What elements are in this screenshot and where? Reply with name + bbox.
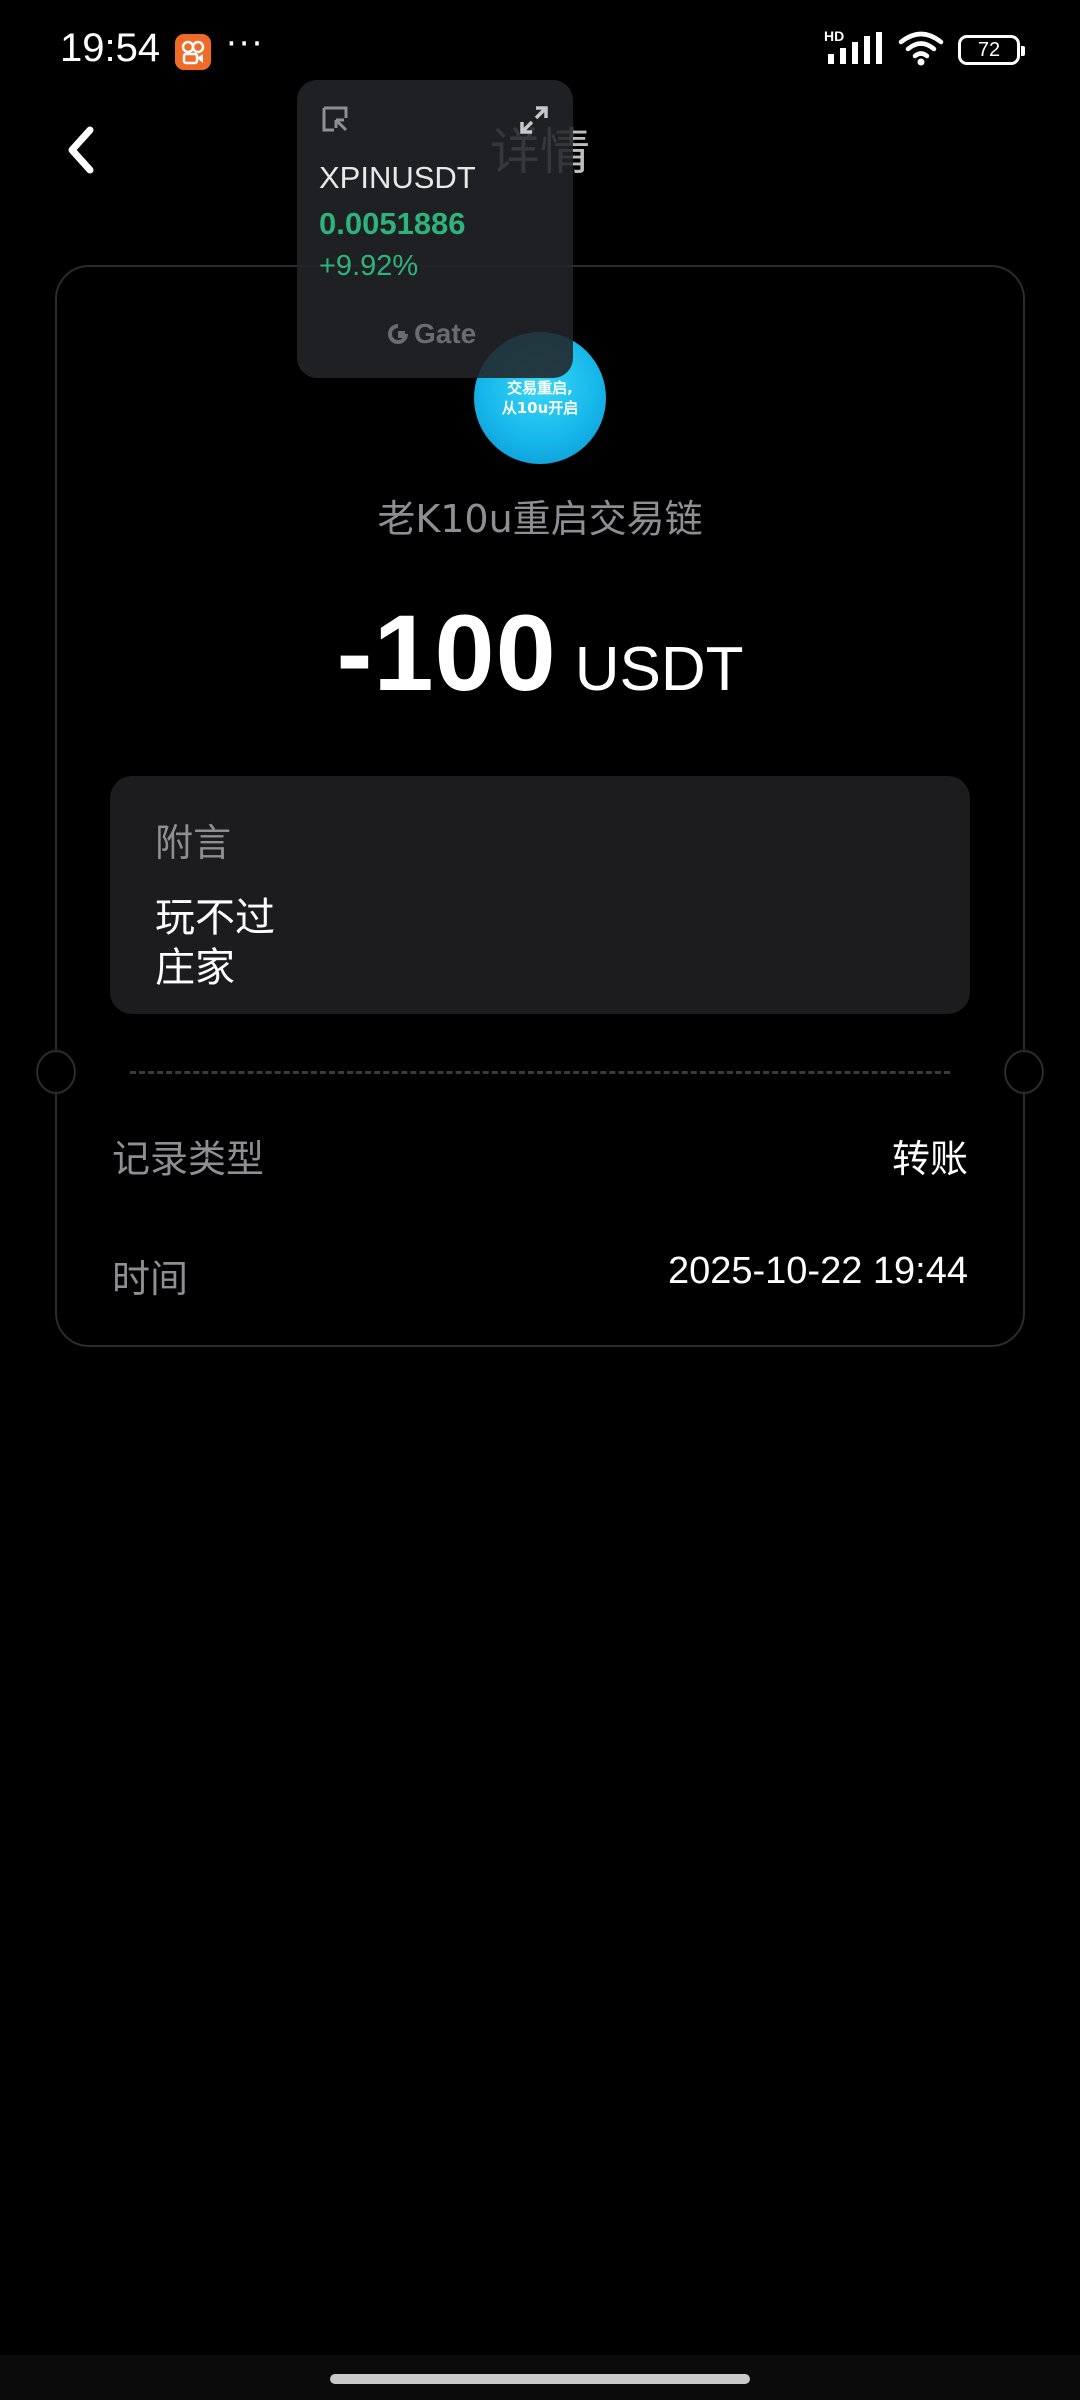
chain-name: 老K10u重启交易链 <box>377 497 703 541</box>
card-notch-left <box>36 1050 76 1094</box>
ticker-symbol: XPINUSDT <box>319 160 476 195</box>
ticker-change: +9.92% <box>319 250 419 282</box>
avatar-text-line2: 从10u开启 <box>501 399 579 417</box>
gate-icon <box>388 324 408 344</box>
memo-label: 附言 <box>155 821 232 865</box>
amount-value: -100 <box>336 592 557 713</box>
wifi-icon <box>898 30 944 70</box>
card-notch-right <box>1004 1050 1044 1094</box>
expand-icon[interactable] <box>518 104 550 136</box>
collapse-icon[interactable] <box>320 104 352 136</box>
gate-brand-label: Gate <box>414 318 477 349</box>
status-time: 19:54 <box>60 26 161 70</box>
back-button[interactable] <box>50 115 110 185</box>
amount-row: -100 USDT <box>0 590 1080 715</box>
battery-icon: 72 <box>958 35 1025 65</box>
home-indicator[interactable] <box>330 2374 750 2384</box>
kuaishou-icon <box>175 34 211 70</box>
chevron-left-icon <box>68 126 94 174</box>
signal-icon: HD <box>824 28 884 68</box>
time-value: 2025-10-22 19:44 <box>667 1250 968 1292</box>
more-notifications-icon: ··· <box>226 24 265 64</box>
record-type-label: 记录类型 <box>112 1137 265 1181</box>
time-label: 时间 <box>112 1257 189 1301</box>
battery-level: 72 <box>977 38 1001 61</box>
record-type-value: 转账 <box>891 1137 968 1181</box>
status-indicators: HD 72 <box>824 28 1025 70</box>
avatar-text-line1: 交易重启, <box>507 379 573 397</box>
dashed-divider <box>130 1071 950 1074</box>
amount-unit: USDT <box>574 635 744 704</box>
ticker-price: 0.0051886 <box>319 206 466 241</box>
memo-text-line2: 庄家 <box>155 945 235 991</box>
gate-logo: Gate <box>386 318 476 350</box>
